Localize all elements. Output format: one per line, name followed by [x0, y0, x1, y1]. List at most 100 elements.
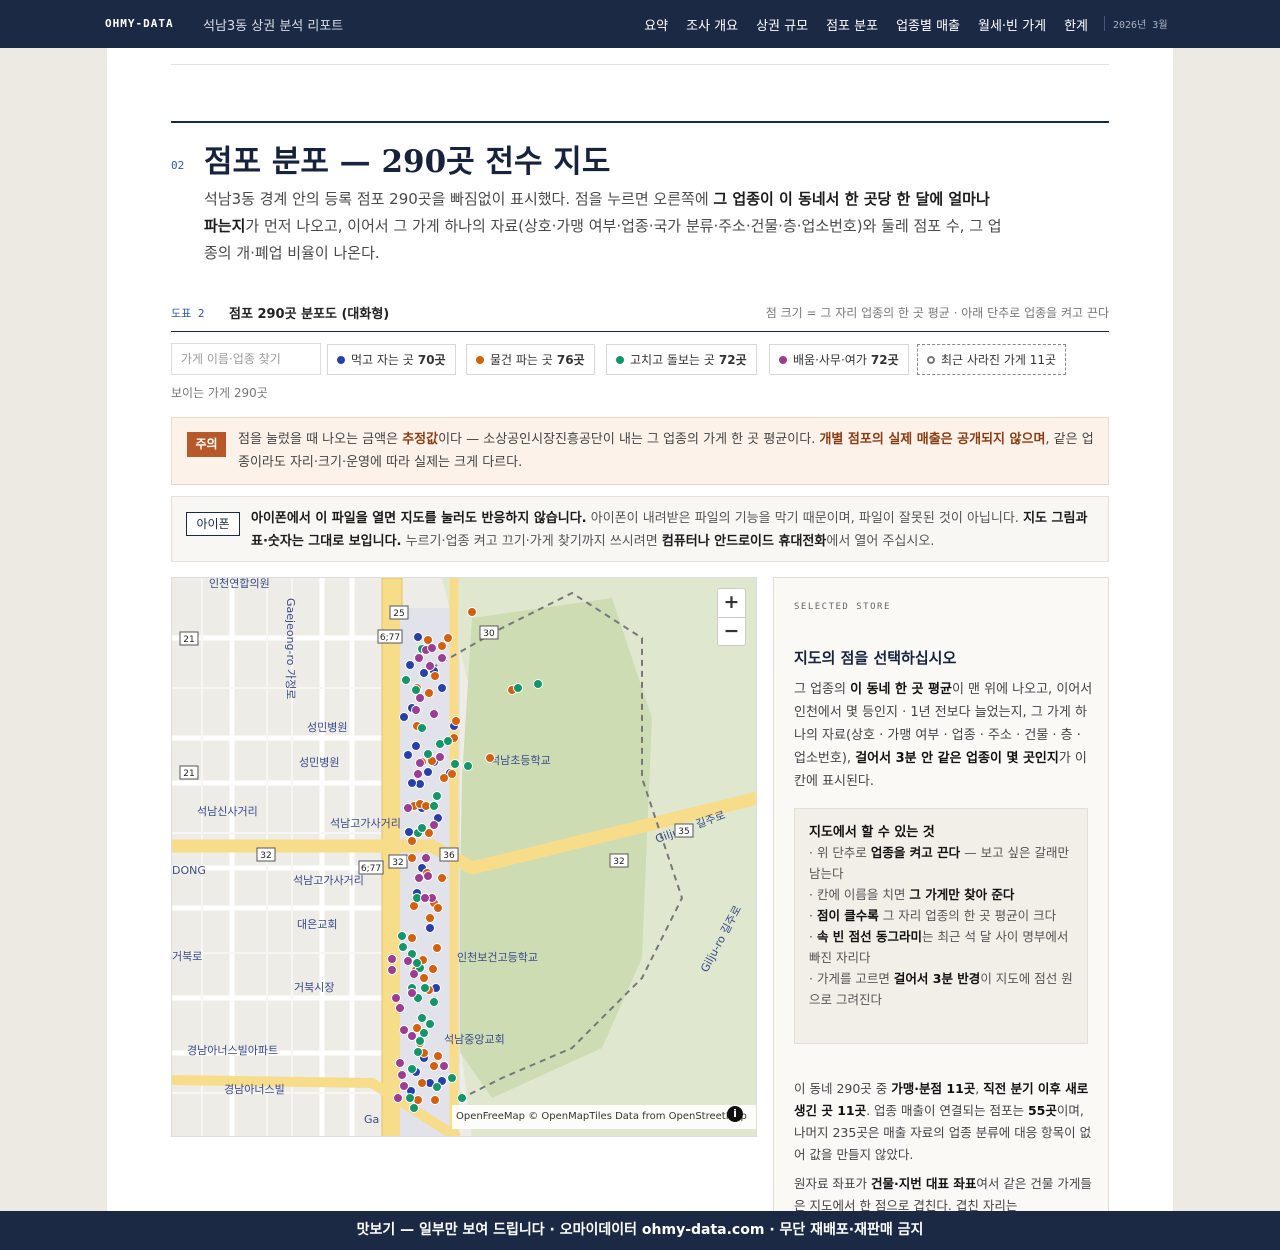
store-point[interactable]: [533, 679, 543, 689]
store-point[interactable]: [428, 964, 438, 974]
store-point[interactable]: [417, 1078, 427, 1088]
store-point[interactable]: [387, 965, 397, 975]
store-point[interactable]: [413, 632, 423, 642]
store-point[interactable]: [403, 956, 413, 966]
store-point[interactable]: [443, 736, 453, 746]
filter-chip-closed[interactable]: 최근 사라진 가게 11곳: [917, 344, 1067, 375]
store-point[interactable]: [415, 693, 425, 703]
store-point[interactable]: [403, 750, 413, 760]
store-point[interactable]: [421, 853, 431, 863]
store-point[interactable]: [407, 988, 417, 998]
nav-item-sales[interactable]: 업종별 매출: [896, 15, 960, 34]
store-point[interactable]: [443, 633, 453, 643]
store-point[interactable]: [429, 801, 439, 811]
store-point[interactable]: [397, 931, 407, 941]
store-point[interactable]: [417, 1013, 427, 1023]
store-point[interactable]: [425, 913, 435, 923]
store-point[interactable]: [425, 923, 435, 933]
filter-chip-retail[interactable]: 물건 파는 곳 76곳: [466, 344, 595, 375]
store-point[interactable]: [398, 942, 408, 952]
store-point[interactable]: [427, 643, 437, 653]
store-point[interactable]: [419, 973, 429, 983]
store-point[interactable]: [430, 1095, 440, 1105]
store-point[interactable]: [467, 607, 477, 617]
store-point[interactable]: [399, 1025, 409, 1035]
zoom-out-button[interactable]: −: [718, 617, 745, 645]
store-point[interactable]: [420, 893, 430, 903]
store-point[interactable]: [432, 1082, 442, 1092]
store-point[interactable]: [403, 803, 413, 813]
filter-chip-education[interactable]: 배움·사무·여가 72곳: [769, 344, 909, 375]
store-map[interactable]: 인천연합의원 성민병원 성민병원 석남신사거리 석남고가사거리 석남고가사거리 대은교회 거북…: [171, 577, 757, 1137]
store-point[interactable]: [417, 723, 427, 733]
store-point[interactable]: [404, 827, 414, 837]
store-point[interactable]: [407, 836, 417, 846]
store-point[interactable]: [429, 997, 439, 1007]
store-point[interactable]: [439, 1061, 449, 1071]
store-point[interactable]: [401, 675, 411, 685]
store-point[interactable]: [395, 1003, 405, 1013]
store-point[interactable]: [409, 1103, 419, 1113]
store-point[interactable]: [393, 1093, 403, 1103]
nav-item-rent[interactable]: 월세·빈 가게: [978, 15, 1046, 34]
nav-item-scale[interactable]: 상권 규모: [756, 15, 808, 34]
nav-item-limits[interactable]: 한계: [1064, 15, 1088, 34]
store-point[interactable]: [420, 983, 430, 993]
store-point[interactable]: [425, 1019, 435, 1029]
store-point[interactable]: [415, 1036, 425, 1046]
store-point[interactable]: [450, 759, 460, 769]
nav-item-distribution[interactable]: 점포 분포: [826, 15, 878, 34]
store-point[interactable]: [407, 1031, 417, 1041]
store-point[interactable]: [432, 943, 442, 953]
store-point[interactable]: [437, 653, 447, 663]
store-point[interactable]: [407, 1064, 417, 1074]
store-point[interactable]: [413, 769, 423, 779]
store-point[interactable]: [411, 705, 421, 715]
store-point[interactable]: [423, 767, 433, 777]
store-point[interactable]: [391, 993, 401, 1003]
store-point[interactable]: [411, 741, 421, 751]
map-canvas[interactable]: 인천연합의원성민병원성민병원석남신사거리석남고가사거리석남고가사거리대은교회거북…: [172, 578, 757, 1137]
store-point[interactable]: [423, 871, 433, 881]
store-point[interactable]: [397, 1070, 407, 1080]
store-point[interactable]: [429, 709, 439, 719]
store-point[interactable]: [414, 873, 424, 883]
filter-chip-food[interactable]: 먹고 자는 곳 70곳: [327, 344, 456, 375]
store-point[interactable]: [409, 969, 419, 979]
store-point[interactable]: [437, 683, 447, 693]
store-point[interactable]: [412, 958, 422, 968]
store-point[interactable]: [429, 1061, 439, 1071]
store-point[interactable]: [417, 823, 427, 833]
info-icon[interactable]: i: [727, 1106, 743, 1122]
store-point[interactable]: [399, 712, 409, 722]
store-point[interactable]: [432, 791, 442, 801]
store-point[interactable]: [447, 1073, 457, 1083]
store-point[interactable]: [415, 758, 425, 768]
store-point[interactable]: [437, 873, 447, 883]
store-point[interactable]: [463, 761, 473, 771]
store-point[interactable]: [424, 688, 434, 698]
store-point[interactable]: [447, 769, 457, 779]
brand-logo[interactable]: OHMY-DATA: [105, 17, 174, 30]
store-point[interactable]: [451, 716, 461, 726]
store-point[interactable]: [387, 954, 397, 964]
store-point[interactable]: [423, 749, 433, 759]
store-point[interactable]: [395, 1058, 405, 1068]
nav-item-summary[interactable]: 요약: [644, 15, 668, 34]
store-point[interactable]: [399, 1081, 409, 1091]
store-point[interactable]: [433, 1051, 443, 1061]
store-point[interactable]: [414, 653, 424, 663]
store-point[interactable]: [457, 1093, 467, 1103]
store-point[interactable]: [407, 778, 417, 788]
store-point[interactable]: [437, 641, 447, 651]
store-point[interactable]: [405, 660, 415, 670]
store-point[interactable]: [485, 753, 495, 763]
store-search-input[interactable]: [171, 343, 321, 375]
store-point[interactable]: [435, 752, 445, 762]
filter-chip-service[interactable]: 고치고 돌보는 곳 72곳: [606, 344, 757, 375]
store-point[interactable]: [513, 683, 523, 693]
store-point[interactable]: [407, 853, 417, 863]
store-point[interactable]: [433, 903, 443, 913]
store-point[interactable]: [430, 671, 440, 681]
store-point[interactable]: [413, 1047, 423, 1057]
